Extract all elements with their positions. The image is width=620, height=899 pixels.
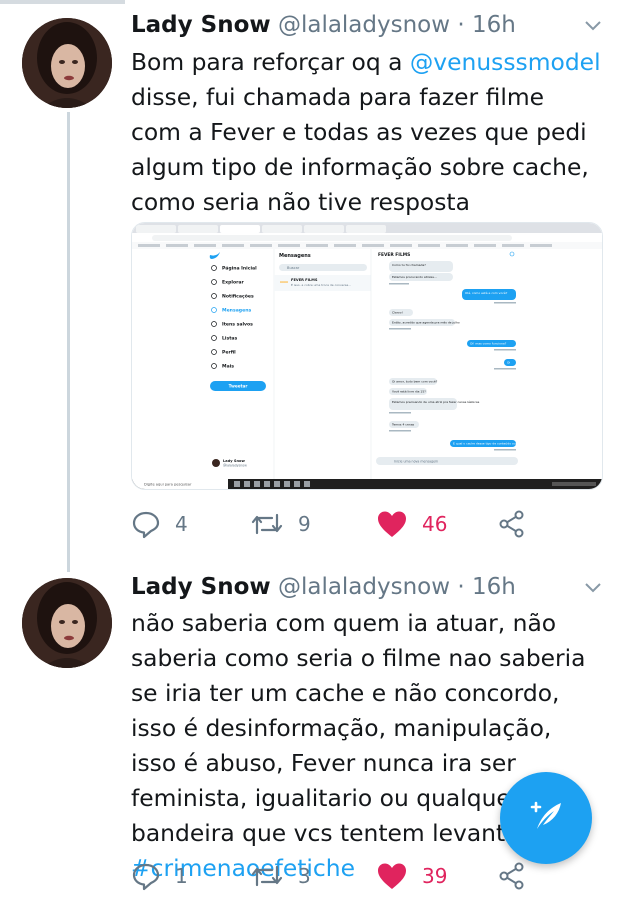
browser-screenshot: Página Inicial Explorar Notificações Men… xyxy=(132,223,602,489)
avatar[interactable] xyxy=(22,18,112,108)
heart-icon xyxy=(378,511,406,537)
tweet-actions: 1 3 39 xyxy=(131,858,601,894)
mention-link[interactable]: @venusssmodel xyxy=(410,48,601,76)
avatar-image xyxy=(22,578,112,668)
retweet-count: 9 xyxy=(298,512,311,536)
reply-count: 1 xyxy=(175,864,188,888)
like-count: 46 xyxy=(422,512,448,536)
reply-count: 4 xyxy=(175,512,188,536)
like-button[interactable]: 39 xyxy=(376,858,447,894)
svg-text:Mensagens: Mensagens xyxy=(279,253,311,259)
tweet-header: Lady Snow @lalaladysnow · 16h xyxy=(131,12,516,38)
svg-text:Temos 4 cenas: Temos 4 cenas xyxy=(391,423,415,427)
svg-text:Oi: Oi xyxy=(507,361,510,365)
retweet-icon xyxy=(251,865,283,887)
handle[interactable]: @lalaladysnow xyxy=(278,574,450,600)
handle[interactable]: @lalaladysnow xyxy=(278,12,450,38)
timestamp[interactable]: · 16h xyxy=(457,574,515,600)
share-button[interactable] xyxy=(497,506,527,542)
tweet-text-part: Bom para reforçar oq a xyxy=(131,48,410,76)
svg-text:Olá, como está e com você?: Olá, como está e com você? xyxy=(465,291,508,295)
chevron-down-icon[interactable] xyxy=(584,582,602,594)
retweet-count: 3 xyxy=(298,864,311,888)
retweet-button[interactable]: 9 xyxy=(250,506,311,542)
reply-icon xyxy=(132,511,160,539)
svg-text:Digite aqui para pesquisar: Digite aqui para pesquisar xyxy=(144,483,192,487)
share-icon xyxy=(499,862,524,890)
chevron-down-icon[interactable] xyxy=(584,20,602,32)
like-count: 39 xyxy=(422,864,448,888)
avatar[interactable] xyxy=(22,578,112,668)
svg-text:Lady Snow: Lady Snow xyxy=(223,459,245,463)
tweet-actions: 4 9 46 xyxy=(131,506,601,542)
retweet-button[interactable]: 3 xyxy=(250,858,311,894)
share-icon xyxy=(499,510,524,538)
svg-text:FEVER FILMS: FEVER FILMS xyxy=(291,278,318,282)
svg-text:Inicie uma nova mensagem: Inicie uma nova mensagem xyxy=(394,460,438,464)
svg-text:Mais: Mais xyxy=(222,364,234,370)
display-name[interactable]: Lady Snow xyxy=(131,12,271,38)
svg-text:Explorar: Explorar xyxy=(222,280,244,286)
tweet-text: Bom para reforçar oq a @venusssmodel dis… xyxy=(131,45,601,220)
like-button[interactable]: 46 xyxy=(376,506,447,542)
compose-tweet-button[interactable] xyxy=(500,772,592,864)
attached-image[interactable]: Página Inicial Explorar Notificações Men… xyxy=(131,222,603,490)
reply-button[interactable]: 4 xyxy=(131,506,188,542)
svg-text:Oi amor, tudo bem com você?: Oi amor, tudo bem com você? xyxy=(392,380,438,384)
svg-text:Notificações: Notificações xyxy=(222,294,254,300)
reply-button[interactable]: 1 xyxy=(131,858,188,894)
timestamp[interactable]: · 16h xyxy=(457,12,515,38)
svg-text:Perfil: Perfil xyxy=(222,350,236,356)
svg-text:Claroo!: Claroo! xyxy=(392,311,403,315)
heart-icon xyxy=(378,863,406,889)
svg-text:Listas: Listas xyxy=(222,336,238,342)
svg-text:Você está livre dia 15?: Você está livre dia 15? xyxy=(392,390,426,394)
thread-connector xyxy=(67,112,70,572)
svg-text:Estamos procurando atrizes...: Estamos procurando atrizes... xyxy=(392,275,437,279)
retweet-icon xyxy=(251,513,283,535)
avatar-image xyxy=(22,18,112,108)
top-divider xyxy=(0,0,125,4)
svg-text:Página Inicial: Página Inicial xyxy=(222,265,257,272)
reply-icon xyxy=(132,863,160,891)
svg-text:Mensagens: Mensagens xyxy=(222,308,251,314)
compose-feather-icon xyxy=(530,801,561,829)
svg-text:Itens salvos: Itens salvos xyxy=(222,322,253,328)
svg-text:@lalaladysnow: @lalaladysnow xyxy=(223,464,247,468)
svg-text:Buscar: Buscar xyxy=(287,266,300,270)
svg-text:Como tu foi chamada?: Como tu foi chamada? xyxy=(392,263,426,267)
tweet-header: Lady Snow @lalaladysnow · 16h xyxy=(131,574,516,600)
svg-text:Tweetar: Tweetar xyxy=(229,384,249,389)
svg-text:É isso. a cobre uma troca de c: É isso. a cobre uma troca de conversa... xyxy=(291,282,351,287)
svg-text:Estamos precisando de uma atri: Estamos precisando de uma atriz pra faze… xyxy=(392,400,480,404)
svg-text:Então, acredito que agenda pra: Então, acredito que agenda pra mês de ju… xyxy=(392,321,460,325)
svg-text:FEVER FILMS: FEVER FILMS xyxy=(378,252,410,258)
svg-text:Oi! mas como funciona?: Oi! mas como funciona? xyxy=(470,342,507,346)
tweet-text-part: disse, fui chamada para fazer filme com … xyxy=(131,83,589,216)
display-name[interactable]: Lady Snow xyxy=(131,574,271,600)
share-button[interactable] xyxy=(497,858,527,894)
svg-text:E qual o cache desse tipo de c: E qual o cache desse tipo de conteúdo ou… xyxy=(453,442,528,446)
